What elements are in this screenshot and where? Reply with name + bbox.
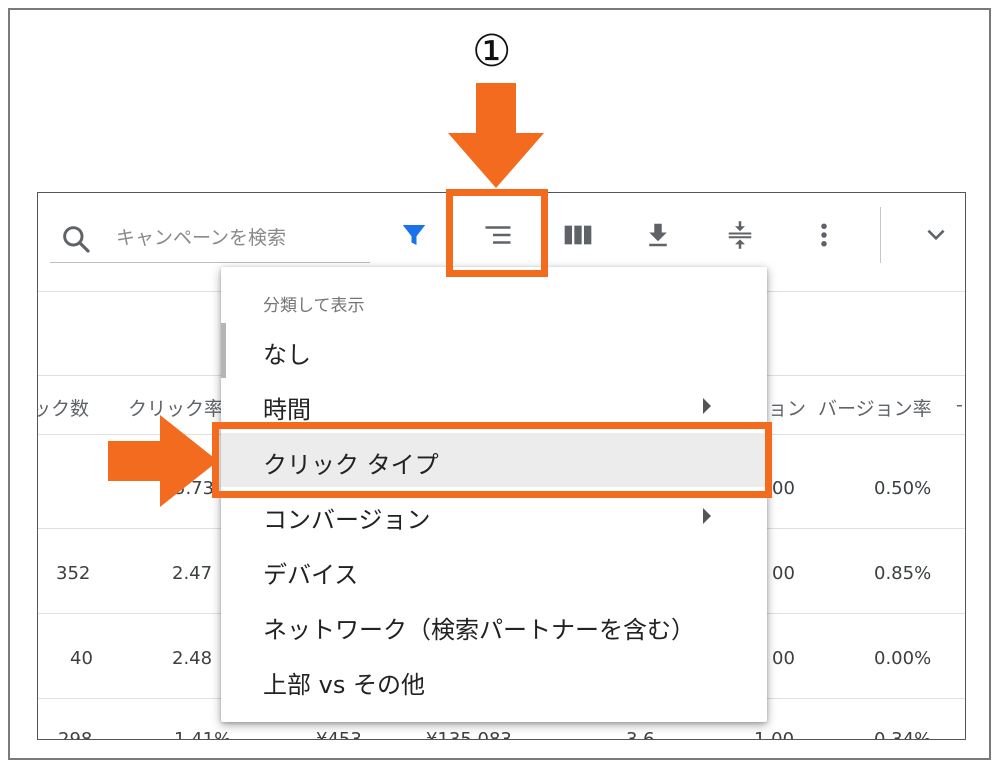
cell-conversions: 00 — [772, 563, 795, 584]
cell-ctr: 2.48 — [172, 648, 213, 669]
column-header-more[interactable]: - — [956, 394, 963, 416]
chevron-down-icon[interactable] — [914, 213, 958, 257]
menu-item-label: デバイス — [263, 561, 359, 589]
cell-cost: ¥135,083 — [426, 729, 512, 740]
menu-item-top-vs-other[interactable]: 上部 vs その他 — [221, 653, 767, 707]
search-input[interactable] — [116, 221, 366, 255]
columns-icon[interactable] — [556, 213, 600, 257]
menu-item-label: なし — [263, 341, 311, 369]
cell-conv-rate: 0.34% — [874, 729, 932, 740]
cell-clicks: 40 — [70, 648, 93, 669]
cell-conversions: 1.00 — [754, 729, 795, 740]
column-header-clicks[interactable]: ック数 — [38, 394, 89, 421]
arrow-right-icon — [108, 415, 218, 507]
toolbar-divider — [880, 207, 881, 263]
menu-heading: 分類して表示 — [263, 296, 365, 316]
cell-ctr: 2.47 — [172, 563, 213, 584]
search-icon[interactable] — [60, 223, 92, 255]
cell-clicks: 352 — [56, 563, 91, 584]
cell-clicks: 298 — [58, 729, 93, 740]
cell-avg-pos: 3.6 — [626, 729, 655, 740]
cell-ctr: 1.41% — [174, 729, 232, 740]
search-box — [50, 215, 370, 263]
filter-icon[interactable] — [392, 213, 436, 257]
submenu-arrow-icon — [703, 398, 711, 414]
highlight-segment-button — [446, 189, 548, 277]
column-header-conv-rate[interactable]: バージョン率 — [818, 394, 932, 421]
cell-cpc: ¥453 — [316, 729, 362, 740]
menu-item-none[interactable]: なし — [221, 323, 767, 377]
arrow-down-icon — [448, 83, 544, 188]
cell-conversions: 00 — [772, 478, 795, 499]
menu-item-device[interactable]: デバイス — [221, 543, 767, 597]
menu-item-label: ネットワーク（検索パートナーを含む） — [263, 616, 695, 644]
menu-item-label: コンバージョン — [263, 506, 431, 534]
cell-conv-rate: 0.85% — [874, 563, 932, 584]
column-header-conversions[interactable]: ョン — [768, 394, 806, 421]
step-1-label: ① — [472, 26, 512, 77]
expand-icon[interactable] — [718, 213, 762, 257]
menu-item-label: 上部 vs その他 — [263, 671, 425, 699]
highlight-click-type-item — [212, 422, 772, 498]
menu-item-label: 時間 — [263, 396, 311, 424]
cell-conversions: 00 — [772, 648, 795, 669]
cell-conv-rate: 0.50% — [874, 478, 932, 499]
cell-conv-rate: 0.00% — [874, 648, 932, 669]
submenu-arrow-icon — [703, 508, 711, 524]
more-icon[interactable] — [802, 213, 846, 257]
download-icon[interactable] — [636, 213, 680, 257]
menu-item-network[interactable]: ネットワーク（検索パートナーを含む） — [221, 598, 767, 652]
